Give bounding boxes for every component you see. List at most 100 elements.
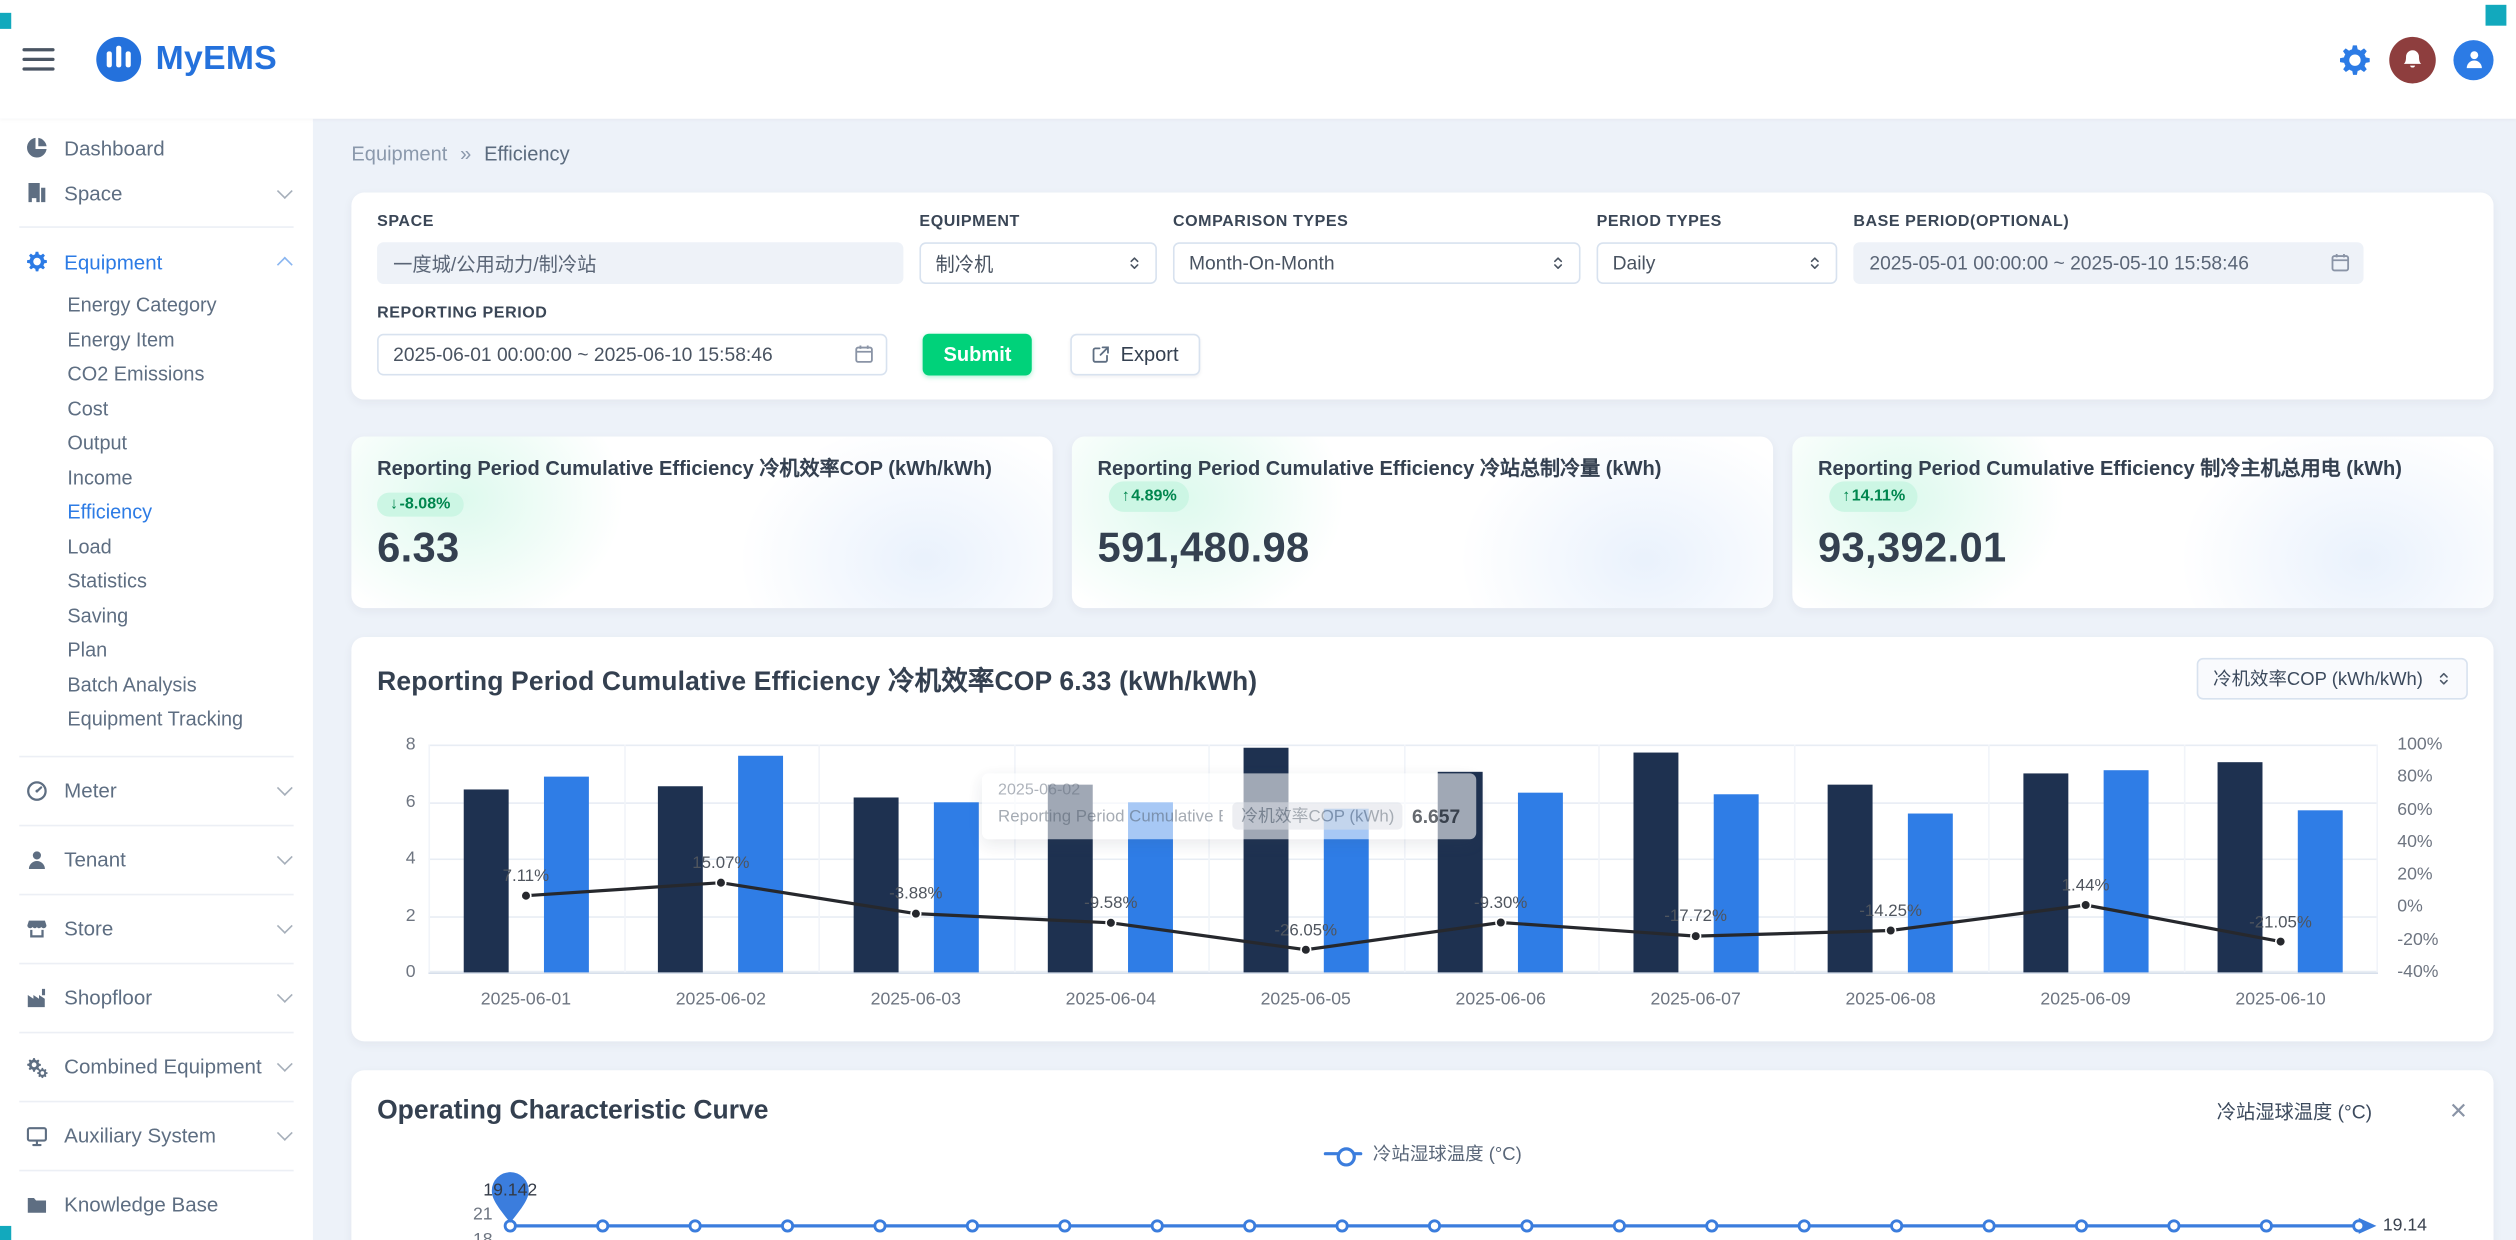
chevron-updown-icon bbox=[1126, 255, 1142, 271]
close-icon[interactable]: ✕ bbox=[2449, 1099, 2468, 1121]
settings-gear-icon[interactable] bbox=[2338, 43, 2372, 77]
sidebar-item-shopfloor[interactable]: Shopfloor bbox=[0, 975, 313, 1020]
x-axis-tick: 2025-06-03 bbox=[818, 990, 1013, 1009]
kpi-trend-badge: ↑14.11% bbox=[1829, 481, 1918, 511]
sidebar-item-label: Equipment bbox=[64, 250, 162, 274]
arrow-down-icon: ↓ bbox=[390, 496, 398, 514]
sidebar-item-equipment[interactable]: Equipment bbox=[0, 239, 313, 284]
sidebar-item-efficiency[interactable]: Efficiency bbox=[0, 496, 313, 530]
kpi-card-cop: Reporting Period Cumulative Efficiency 冷… bbox=[351, 436, 1052, 608]
legend[interactable]: 冷站湿球温度 (°C) bbox=[377, 1139, 2468, 1168]
sidebar-item-saving[interactable]: Saving bbox=[0, 599, 313, 633]
base-period-input[interactable] bbox=[1853, 242, 2363, 284]
tooltip-series: Reporting Period Cumulative Efficiency bbox=[998, 806, 1223, 825]
tooltip-value: 6.657 bbox=[1412, 805, 1460, 827]
chart-parameter-select[interactable]: 冷机效率COP (kWh/kWh) bbox=[2197, 658, 2468, 700]
folder-icon bbox=[26, 1193, 48, 1215]
sidebar-item-income[interactable]: Income bbox=[0, 461, 313, 495]
sidebar-item-energy-item[interactable]: Energy Item bbox=[0, 323, 313, 357]
y-axis-tick: 60% bbox=[2397, 800, 2432, 819]
divider bbox=[19, 824, 293, 826]
sidebar-item-co2-emissions[interactable]: CO2 Emissions bbox=[0, 358, 313, 392]
chevron-down-icon bbox=[277, 1125, 293, 1141]
chevron-updown-icon bbox=[1550, 255, 1566, 271]
divider bbox=[19, 226, 293, 228]
legend-line-marker-icon bbox=[1323, 1152, 1362, 1155]
space-input[interactable] bbox=[377, 242, 903, 284]
sidebar-item-statistics[interactable]: Statistics bbox=[0, 565, 313, 599]
op-curve-plot[interactable]: 19.14219.142118 bbox=[377, 1168, 2468, 1240]
sidebar-item-load[interactable]: Load bbox=[0, 530, 313, 564]
sidebar-item-meter[interactable]: Meter bbox=[0, 768, 313, 813]
chevron-down-icon bbox=[277, 987, 293, 1003]
breadcrumb: Equipment » Efficiency bbox=[351, 140, 2493, 167]
sidebar: Dashboard Space Equipment Energy Categor… bbox=[0, 119, 313, 1240]
sidebar-item-space[interactable]: Space bbox=[0, 170, 313, 215]
sidebar-item-tenant[interactable]: Tenant bbox=[0, 837, 313, 882]
filter-panel: SPACE EQUIPMENT 制冷机 COMPARISON TYPES Mo bbox=[351, 193, 2493, 400]
line-label: -17.72% bbox=[1644, 907, 1747, 926]
op-curve-card: Operating Characteristic Curve 冷站湿球温度 (°… bbox=[351, 1070, 2493, 1240]
legend-label: 冷站湿球温度 (°C) bbox=[1373, 1141, 1522, 1167]
comparison-types-label: COMPARISON TYPES bbox=[1173, 213, 1581, 231]
sidebar-item-combined-equipment[interactable]: Combined Equipment bbox=[0, 1044, 313, 1089]
export-button[interactable]: Export bbox=[1071, 334, 1200, 376]
period-types-select[interactable]: Daily bbox=[1597, 242, 1838, 284]
x-axis-tick: 2025-06-08 bbox=[1793, 990, 1988, 1009]
op-curve-title: Operating Characteristic Curve bbox=[377, 1095, 768, 1125]
sidebar-item-label: Shopfloor bbox=[64, 985, 152, 1009]
kpi-card-cooling-output: Reporting Period Cumulative Efficiency 冷… bbox=[1072, 436, 1773, 608]
x-axis-tick: 2025-06-07 bbox=[1598, 990, 1793, 1009]
y-axis-tick: 0 bbox=[406, 963, 416, 982]
factory-icon bbox=[26, 986, 48, 1008]
sidebar-item-plan[interactable]: Plan bbox=[0, 634, 313, 668]
chevron-down-icon bbox=[277, 849, 293, 865]
right-y-axis: 100%80%60%40%20%0%-20%-40% bbox=[2384, 745, 2467, 974]
building-icon bbox=[26, 181, 48, 203]
x-axis-labels: 2025-06-012025-06-022025-06-032025-06-04… bbox=[428, 990, 2378, 1009]
reporting-period-input[interactable] bbox=[377, 334, 887, 376]
sidebar-item-auxiliary-system[interactable]: Auxiliary System bbox=[0, 1113, 313, 1158]
sidebar-item-dashboard[interactable]: Dashboard bbox=[0, 125, 313, 170]
main-chart-plot[interactable]: 2025-06-02 Reporting Period Cumulative E… bbox=[428, 745, 2378, 974]
comparison-types-select[interactable]: Month-On-Month bbox=[1173, 242, 1581, 284]
equipment-label: EQUIPMENT bbox=[919, 213, 1156, 231]
sidebar-item-energy-category[interactable]: Energy Category bbox=[0, 289, 313, 323]
sidebar-item-cost[interactable]: Cost bbox=[0, 392, 313, 426]
line-label: 1.44% bbox=[2034, 876, 2137, 895]
line-label: -9.30% bbox=[1449, 894, 1552, 913]
sidebar-item-label: Meter bbox=[64, 778, 117, 802]
sidebar-item-label: Dashboard bbox=[64, 136, 164, 160]
breadcrumb-separator: » bbox=[460, 142, 471, 164]
y-axis-tick: 18 bbox=[377, 1231, 493, 1240]
tooltip-date: 2025-06-02 bbox=[998, 781, 1460, 799]
sidebar-item-equipment-tracking[interactable]: Equipment Tracking bbox=[0, 703, 313, 737]
sidebar-item-output[interactable]: Output bbox=[0, 427, 313, 461]
chart-parameter-select-value: 冷机效率COP (kWh/kWh) bbox=[2213, 666, 2423, 692]
breadcrumb-equipment[interactable]: Equipment bbox=[351, 142, 447, 164]
export-icon bbox=[1092, 345, 1111, 364]
notifications-bell-icon[interactable] bbox=[2389, 36, 2436, 83]
y-axis-tick: 6 bbox=[406, 792, 416, 811]
sidebar-item-store[interactable]: Store bbox=[0, 906, 313, 951]
kpi-value: 93,392.01 bbox=[1818, 523, 2468, 573]
submit-button[interactable]: Submit bbox=[923, 334, 1033, 376]
menu-icon[interactable] bbox=[22, 48, 54, 70]
user-avatar[interactable] bbox=[2453, 39, 2493, 79]
brand-logo[interactable]: MyEMS bbox=[95, 35, 277, 83]
kpi-trend-badge: ↑4.89% bbox=[1109, 481, 1190, 511]
sidebar-item-batch-analysis[interactable]: Batch Analysis bbox=[0, 668, 313, 702]
base-period-label: BASE PERIOD(OPTIONAL) bbox=[1853, 213, 2363, 231]
kpi-row: Reporting Period Cumulative Efficiency 冷… bbox=[351, 436, 2493, 608]
kpi-value: 6.33 bbox=[377, 523, 1027, 573]
kpi-title: Reporting Period Cumulative Efficiency 制… bbox=[1818, 457, 2468, 512]
sidebar-item-knowledge-base[interactable]: Knowledge Base bbox=[0, 1182, 313, 1227]
main-chart-title: Reporting Period Cumulative Efficiency 冷… bbox=[377, 659, 1257, 698]
chevron-up-icon bbox=[277, 256, 293, 272]
op-curve-parameter[interactable]: 冷站湿球温度 (°C) bbox=[2217, 1097, 2372, 1124]
equipment-select[interactable]: 制冷机 bbox=[919, 242, 1156, 284]
chevron-down-icon bbox=[277, 918, 293, 934]
line-label: -14.25% bbox=[1839, 902, 1942, 921]
corner-marker bbox=[0, 1226, 11, 1240]
line-label: 7.11% bbox=[475, 867, 578, 886]
